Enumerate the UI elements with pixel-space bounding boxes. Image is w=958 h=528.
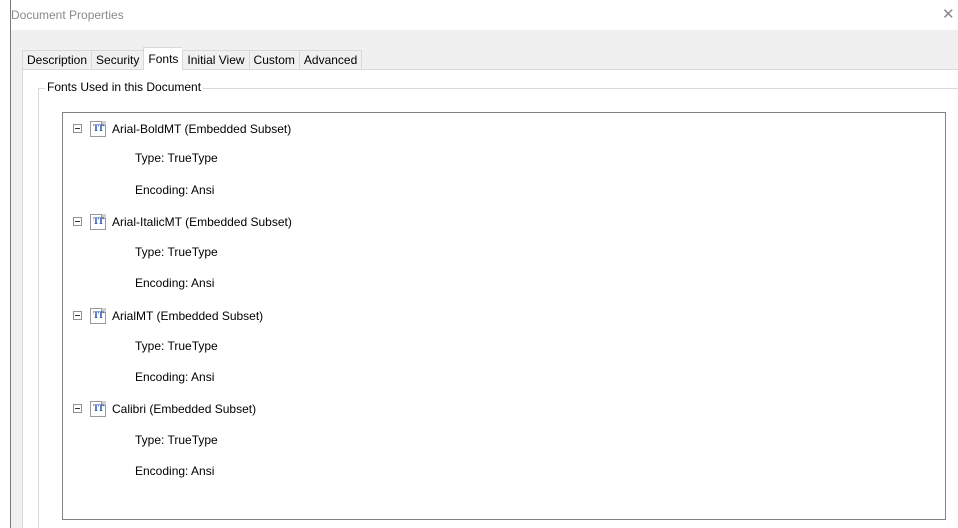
truetype-font-icon: TT: [90, 214, 106, 230]
title-bar[interactable]: [11, 0, 958, 30]
collapse-minus-icon[interactable]: [73, 124, 82, 133]
truetype-font-icon: TT: [90, 401, 106, 417]
tree-item-encoding[interactable]: Encoding: Ansi: [135, 367, 214, 387]
tab-security[interactable]: Security: [91, 50, 144, 70]
tree-item-type[interactable]: Type: TrueType: [135, 242, 218, 262]
tab-fonts[interactable]: Fonts: [143, 47, 183, 70]
tree-item-type[interactable]: Type: TrueType: [135, 336, 218, 356]
truetype-font-icon: TT: [90, 308, 106, 324]
tab-strip: Description Security Fonts Initial View …: [22, 47, 363, 70]
collapse-minus-icon[interactable]: [73, 404, 82, 413]
close-icon[interactable]: ✕: [942, 0, 958, 30]
tab-initial-view[interactable]: Initial View: [182, 50, 249, 70]
tab-description[interactable]: Description: [22, 50, 92, 70]
tab-advanced[interactable]: Advanced: [298, 50, 363, 70]
truetype-font-icon: TT: [90, 121, 106, 137]
tree-item-type[interactable]: Type: TrueType: [135, 430, 218, 450]
tree-item-font[interactable]: Calibri (Embedded Subset): [112, 399, 256, 419]
tree-item-font[interactable]: ArialMT (Embedded Subset): [112, 306, 263, 326]
tree-item-encoding[interactable]: Encoding: Ansi: [135, 461, 214, 481]
tab-custom[interactable]: Custom: [248, 50, 299, 70]
collapse-minus-icon[interactable]: [73, 311, 82, 320]
tree-item-font[interactable]: Arial-BoldMT (Embedded Subset): [112, 119, 291, 139]
tree-item-encoding[interactable]: Encoding: Ansi: [135, 273, 214, 293]
collapse-minus-icon[interactable]: [73, 217, 82, 226]
groupbox-label: Fonts Used in this Document: [45, 80, 204, 95]
tree-item-type[interactable]: Type: TrueType: [135, 148, 218, 168]
window-title: Document Properties: [11, 8, 124, 22]
tree-item-font[interactable]: Arial-ItalicMT (Embedded Subset): [112, 212, 292, 232]
tree-item-encoding[interactable]: Encoding: Ansi: [135, 180, 214, 200]
window-left-edge: [0, 0, 10, 528]
